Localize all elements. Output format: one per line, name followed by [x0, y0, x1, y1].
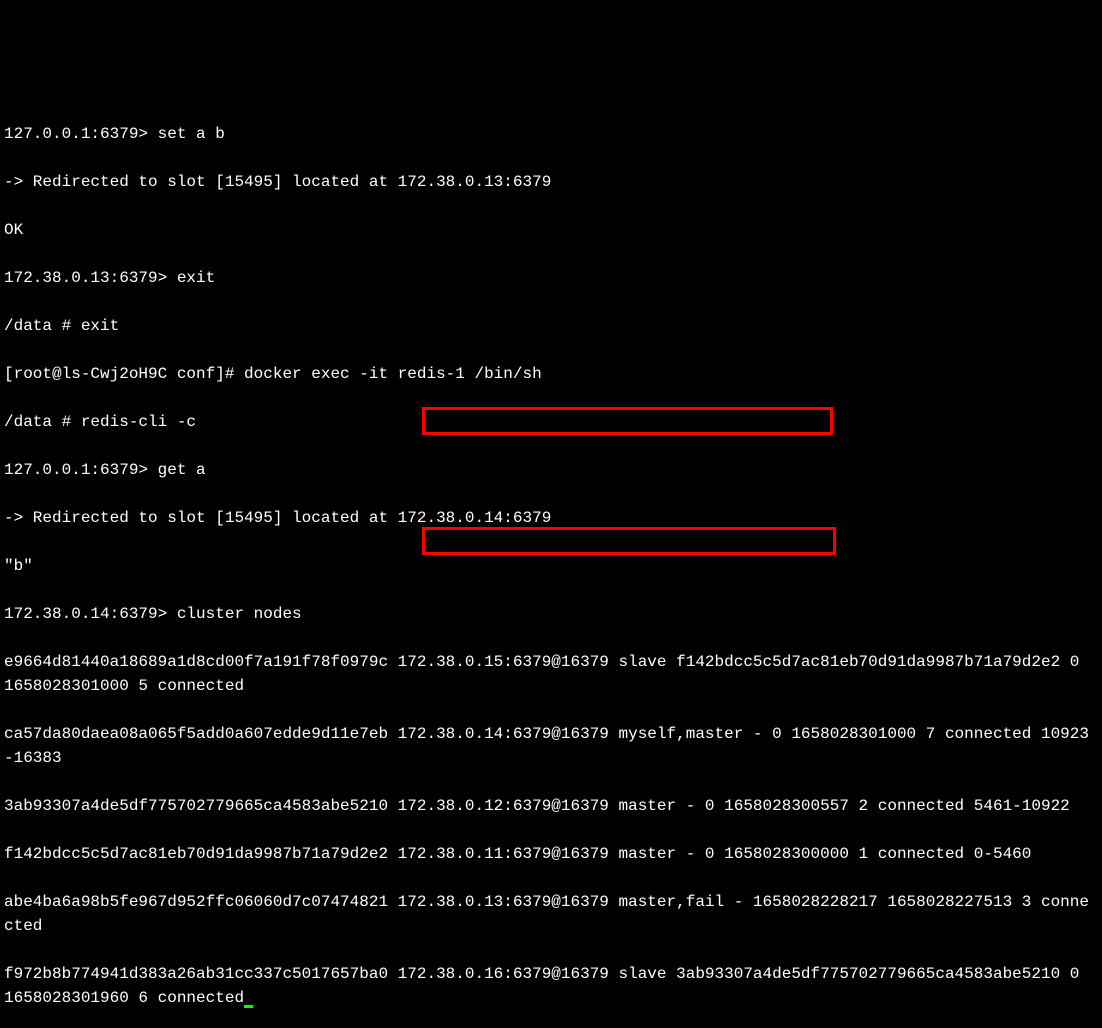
- terminal-line: f142bdcc5c5d7ac81eb70d91da9987b71a79d2e2…: [4, 842, 1098, 866]
- terminal-line: -> Redirected to slot [15495] located at…: [4, 170, 1098, 194]
- terminal-line: /data # redis-cli -c: [4, 410, 1098, 434]
- terminal-line: 127.0.0.1:6379> get a: [4, 458, 1098, 482]
- terminal-line: 172.38.0.14:6379> cluster nodes: [4, 602, 1098, 626]
- terminal-line: abe4ba6a98b5fe967d952ffc06060d7c07474821…: [4, 890, 1098, 938]
- terminal-line: 172.38.0.13:6379> exit: [4, 266, 1098, 290]
- terminal-line-last: f972b8b774941d383a26ab31cc337c5017657ba0…: [4, 962, 1098, 1010]
- terminal-line: [root@ls-Cwj2oH9C conf]# docker exec -it…: [4, 362, 1098, 386]
- terminal-window[interactable]: 127.0.0.1:6379> set a b -> Redirected to…: [4, 98, 1098, 1028]
- terminal-line: ca57da80daea08a065f5add0a607edde9d11e7eb…: [4, 722, 1098, 770]
- terminal-line: /data # exit: [4, 314, 1098, 338]
- terminal-line: -> Redirected to slot [15495] located at…: [4, 506, 1098, 530]
- terminal-line: "b": [4, 554, 1098, 578]
- cursor-icon: [244, 1005, 253, 1008]
- terminal-text: f972b8b774941d383a26ab31cc337c5017657ba0…: [4, 965, 1089, 1007]
- terminal-line: 127.0.0.1:6379> set a b: [4, 122, 1098, 146]
- highlight-annotation: [422, 527, 836, 555]
- terminal-line: OK: [4, 218, 1098, 242]
- terminal-line: 3ab93307a4de5df775702779665ca4583abe5210…: [4, 794, 1098, 818]
- terminal-line: e9664d81440a18689a1d8cd00f7a191f78f0979c…: [4, 650, 1098, 698]
